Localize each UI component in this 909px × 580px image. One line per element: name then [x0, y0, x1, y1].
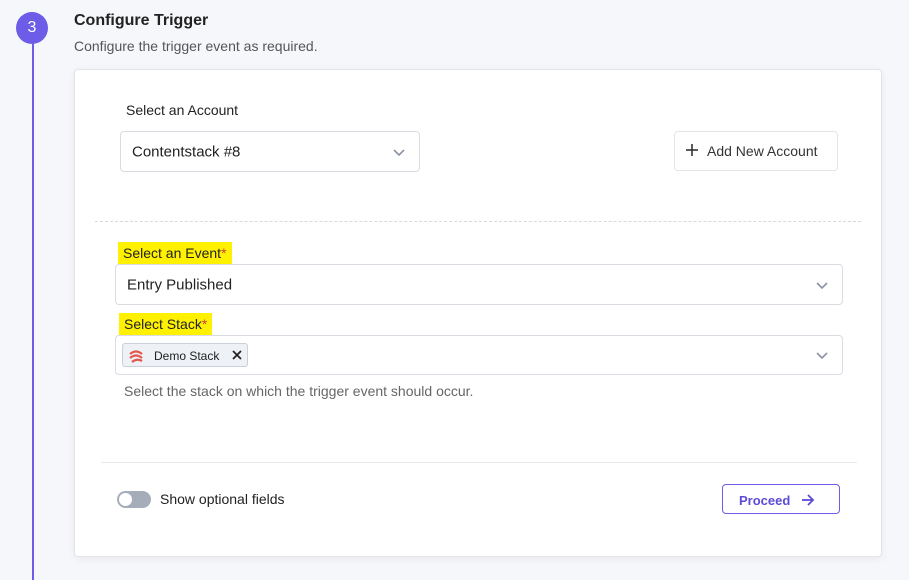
event-select[interactable]: Entry Published [115, 264, 843, 305]
stack-label: Select Stack* [119, 313, 213, 335]
stack-help-text: Select the stack on which the trigger ev… [124, 383, 474, 399]
arrow-right-icon [802, 494, 815, 506]
event-label: Select an Event* [118, 242, 232, 264]
section-divider [95, 221, 861, 222]
proceed-button[interactable]: Proceed [722, 484, 840, 514]
stack-chip: Demo Stack [122, 343, 248, 367]
proceed-label: Proceed [739, 493, 791, 508]
optional-fields-toggle[interactable] [117, 491, 151, 508]
stack-select[interactable]: Demo Stack [115, 335, 843, 375]
event-select-value: Entry Published [127, 276, 233, 293]
chevron-down-icon [816, 281, 828, 289]
required-mark: * [221, 245, 227, 261]
event-label-text: Select an Event [123, 245, 222, 261]
account-select[interactable]: Contentstack #8 [120, 131, 420, 172]
add-new-account-label: Add New Account [707, 143, 818, 159]
step-number-badge: 3 [16, 12, 48, 44]
step-title: Configure Trigger [74, 12, 209, 29]
close-icon[interactable] [232, 350, 242, 360]
configure-trigger-card: Select an Account Contentstack #8 Add Ne… [74, 69, 882, 557]
timeline-line [32, 40, 34, 580]
account-select-value: Contentstack #8 [132, 143, 241, 160]
chevron-down-icon [393, 148, 405, 156]
contentstack-logo-icon [129, 350, 143, 363]
chevron-down-icon [816, 352, 828, 360]
plus-icon [686, 144, 698, 156]
optional-fields-label: Show optional fields [160, 491, 285, 507]
stack-label-text: Select Stack [124, 316, 202, 332]
toggle-knob [119, 493, 132, 506]
step-subtitle: Configure the trigger event as required. [74, 38, 318, 54]
stack-chip-label: Demo Stack [154, 349, 220, 363]
required-mark: * [201, 316, 208, 332]
account-label: Select an Account [126, 102, 239, 118]
footer-divider [101, 462, 857, 463]
add-new-account-button[interactable]: Add New Account [674, 131, 838, 171]
